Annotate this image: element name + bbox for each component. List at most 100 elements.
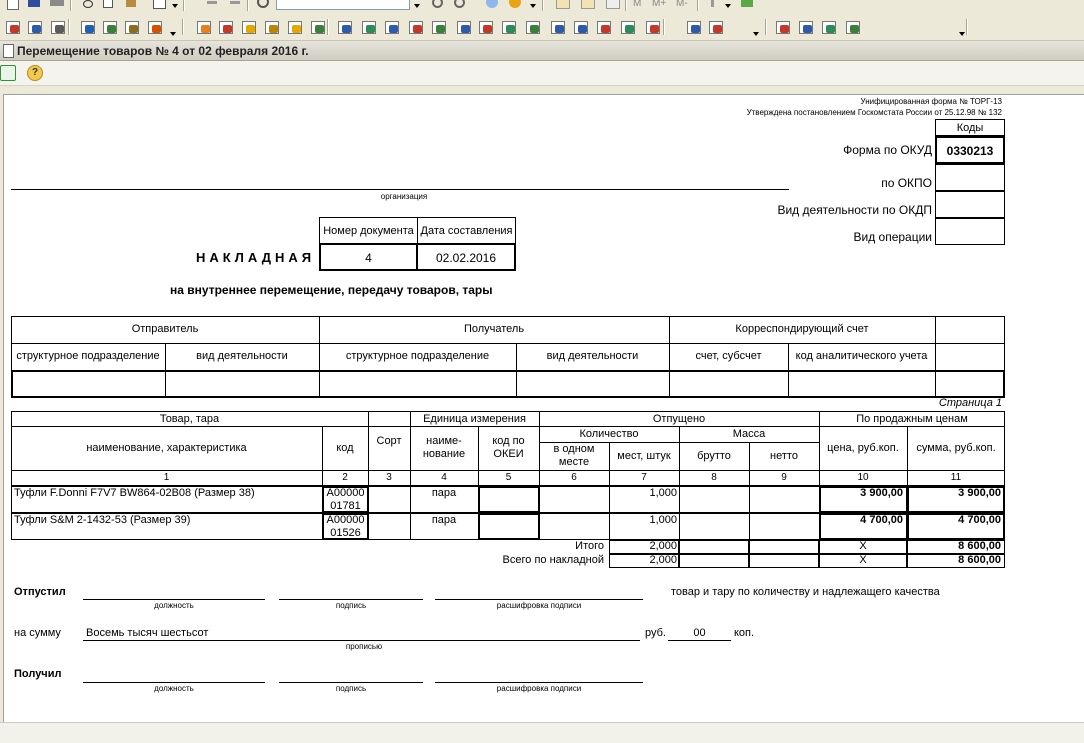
print-settings-icon[interactable] [0, 65, 16, 81]
codes-header-cell: Коды [935, 119, 1005, 136]
find-prev-icon[interactable] [452, 0, 467, 10]
doc-red-icon[interactable] [596, 19, 611, 34]
pen-doc-icon[interactable] [845, 19, 860, 34]
invoice-title: НАКЛАДНАЯ [196, 250, 316, 265]
window-title: Перемещение товаров № 4 от 02 февраля 20… [17, 44, 309, 58]
colnum-11: 11 [950, 472, 962, 483]
invoice-subtitle: на внутреннее перемещение, передачу това… [170, 283, 493, 297]
okpo-label: по ОКПО [881, 176, 932, 190]
users-icon[interactable] [645, 19, 660, 34]
transfer-icon[interactable] [337, 19, 352, 34]
info-icon[interactable] [485, 0, 500, 10]
calendar-icon[interactable] [580, 0, 595, 10]
invoice-icon[interactable] [361, 19, 376, 34]
report-check-icon[interactable] [821, 19, 836, 34]
doc-blue-icon[interactable] [550, 19, 565, 34]
memory-m-icon[interactable]: M [633, 0, 641, 10]
undo-icon[interactable] [205, 0, 220, 10]
form-header-line2: Утверждена постановлением Госкомстата Ро… [746, 108, 1002, 117]
doc-date-value: 02.02.2016 [435, 251, 497, 265]
quality-text: товар и тару по количеству и надлежащего… [671, 586, 940, 598]
total-cell [749, 540, 819, 554]
goods-in-icon[interactable] [408, 19, 423, 34]
quantity-label: Количество [579, 428, 639, 440]
memory-mminus-icon[interactable]: M- [676, 0, 688, 10]
okud-label: Форма по ОКУД [843, 143, 932, 157]
horizontal-scrollbar[interactable] [0, 722, 1084, 743]
find-next-icon[interactable] [430, 0, 445, 10]
box-plus-icon[interactable] [478, 19, 493, 34]
book-stack-icon[interactable] [27, 19, 42, 34]
memory-mplus-icon[interactable]: M+ [652, 0, 666, 10]
doc-number-cell: 4 [319, 243, 418, 271]
colnum-1: 1 [163, 472, 170, 483]
user-edit-icon[interactable] [708, 19, 723, 34]
doc-number-value: 4 [365, 251, 372, 265]
grand-label: Всего по накладной [502, 554, 604, 566]
account-label: счет, субсчет [695, 350, 762, 362]
orders-open-icon[interactable] [196, 19, 211, 34]
colnum-10: 10 [857, 472, 869, 483]
new-doc-icon[interactable] [5, 0, 20, 10]
people-icon[interactable] [80, 19, 95, 34]
doc-green-icon[interactable] [525, 19, 540, 34]
analytic-code-label: код аналитического учета [795, 350, 928, 362]
sum-in-words: Восемь тысяч шестьсот [86, 627, 209, 639]
goods-out-icon[interactable] [431, 19, 446, 34]
receiver-struct-label: структурное подразделение [345, 350, 490, 362]
print-preview-icon[interactable] [152, 0, 167, 10]
print-form-sheet[interactable]: Унифицированная форма № ТОРГ-13 Утвержде… [3, 94, 1084, 722]
item-sum: 3 900,00 [958, 487, 1001, 499]
delivery-icon[interactable] [456, 19, 471, 34]
colnum-7: 7 [641, 472, 647, 483]
received-position-caption: должность [154, 684, 194, 693]
doc-number-header: Номер документа [319, 217, 418, 244]
search-icon[interactable] [256, 0, 271, 10]
cash-in-icon[interactable] [287, 19, 302, 34]
calc-icon[interactable] [555, 0, 570, 10]
orders-icon[interactable] [147, 19, 162, 34]
colnum-4: 4 [441, 472, 447, 483]
report-icon[interactable] [573, 19, 588, 34]
bank-icon[interactable] [264, 19, 279, 34]
total-cell [679, 554, 749, 568]
pin-icon[interactable] [706, 0, 721, 10]
report-graph-icon[interactable] [798, 19, 813, 34]
help-icon[interactable] [740, 0, 755, 10]
item-name: Туфли F.Donni F7V7 BW864-02B08 (Размер 3… [14, 487, 255, 499]
hand-money-icon[interactable] [218, 19, 233, 34]
released-position-caption: должность [154, 601, 194, 610]
cut-icon[interactable] [80, 0, 95, 10]
help-icon[interactable]: ? [27, 65, 43, 81]
redo-icon[interactable] [228, 0, 243, 10]
money-bag-icon[interactable] [310, 19, 325, 34]
item-price: 4 700,00 [860, 514, 903, 526]
printer-icon[interactable] [50, 19, 65, 34]
table-icon[interactable] [508, 0, 523, 10]
book-red-icon[interactable] [5, 19, 20, 34]
user-doc-icon[interactable] [686, 19, 701, 34]
calc-doc-icon[interactable] [620, 19, 635, 34]
paste-icon[interactable] [124, 0, 139, 10]
search-input[interactable] [276, 0, 410, 10]
item-unit: пара [431, 487, 457, 499]
report-red-icon[interactable] [775, 19, 790, 34]
in-words-caption: прописью [345, 642, 383, 651]
form-toolbar: ? [0, 61, 1084, 86]
copy-icon[interactable] [102, 0, 117, 10]
received-signature-caption: подпись [335, 684, 367, 693]
released-signature-caption: подпись [335, 601, 367, 610]
item-code-2: 01781 [330, 500, 361, 512]
save-icon[interactable] [27, 0, 42, 10]
chart-edit-icon[interactable] [124, 19, 139, 34]
print-icon[interactable] [50, 0, 65, 10]
doc-check-icon[interactable] [384, 19, 399, 34]
sender-struct-label: структурное подразделение [16, 350, 160, 362]
item-name: Туфли S&M 2-1432-53 (Размер 39) [14, 514, 191, 526]
released-by-label: Отпустил [14, 586, 66, 598]
box-arrow-icon[interactable] [501, 19, 516, 34]
doc-gold-icon[interactable] [241, 19, 256, 34]
registers-icon[interactable] [102, 19, 117, 34]
grid-icon[interactable] [605, 0, 620, 10]
grand-price: Х [859, 554, 867, 566]
